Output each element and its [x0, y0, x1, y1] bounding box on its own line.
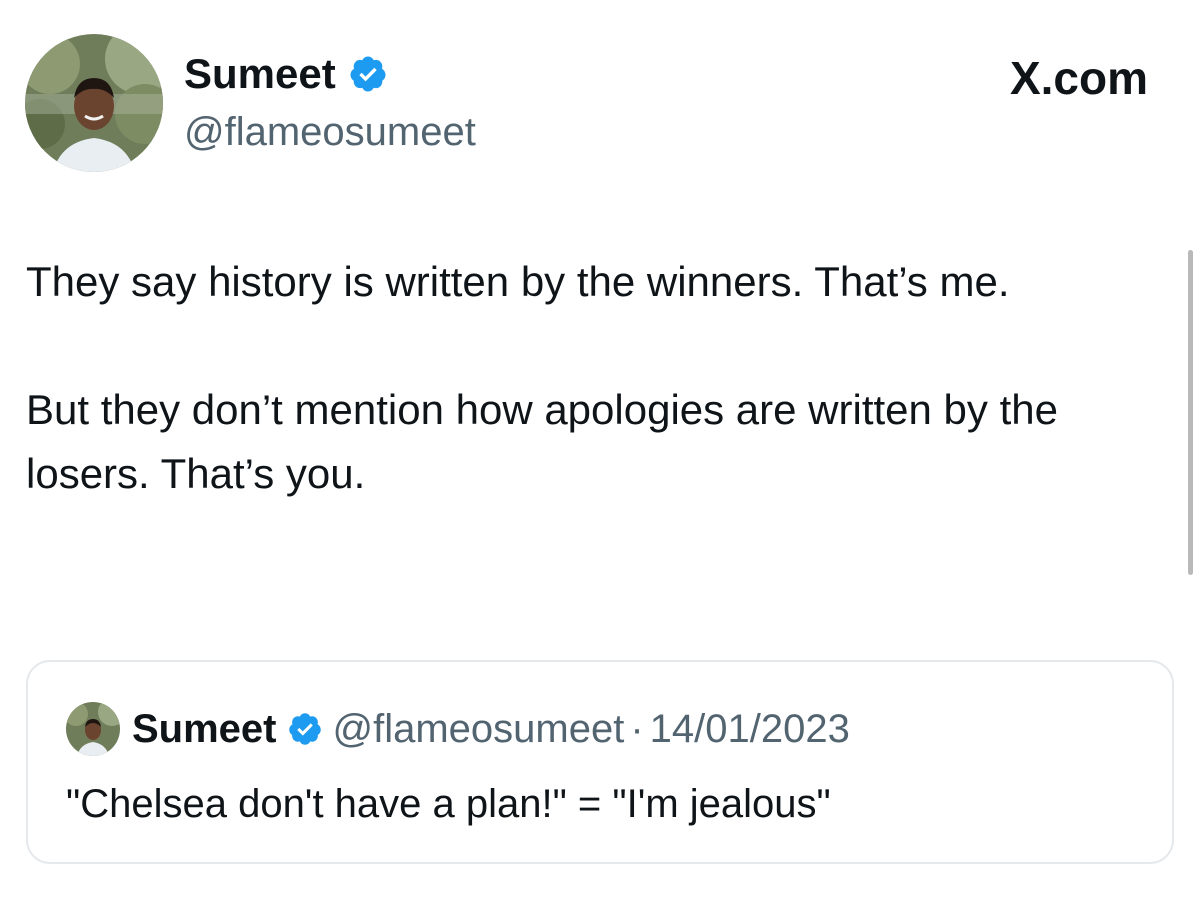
quoted-tweet-card[interactable]: Sumeet @flameosumeet · 14/01/2023 "Chels…	[26, 660, 1174, 864]
verified-badge-icon	[288, 713, 321, 745]
quoted-tweet-text: "Chelsea don't have a plan!" = "I'm jeal…	[66, 782, 831, 826]
author-name-text: Sumeet	[184, 50, 336, 97]
quoted-tweet-date[interactable]: 14/01/2023	[650, 705, 850, 753]
quoted-tweet-header: Sumeet @flameosumeet · 14/01/2023	[66, 702, 850, 756]
quoted-author-name[interactable]: Sumeet	[132, 705, 277, 753]
quoted-author-avatar	[66, 702, 120, 756]
x-com-logo: X.com	[1009, 52, 1148, 104]
tweet-text: They say history is written by the winne…	[26, 250, 1176, 506]
avatar-photo	[66, 702, 120, 756]
author-display-name[interactable]: Sumeet	[184, 50, 388, 98]
tweet-paragraph: But they don’t mention how apologies are…	[26, 386, 1058, 497]
scrollbar[interactable]	[1188, 250, 1193, 575]
author-handle[interactable]: @flameosumeet	[184, 108, 476, 156]
avatar-photo	[25, 34, 163, 172]
separator-dot: ·	[630, 707, 644, 751]
verified-badge-icon	[350, 56, 386, 92]
tweet-paragraph: They say history is written by the winne…	[26, 258, 1010, 305]
quoted-author-handle[interactable]: @flameosumeet	[333, 705, 625, 753]
author-avatar[interactable]	[25, 34, 163, 172]
